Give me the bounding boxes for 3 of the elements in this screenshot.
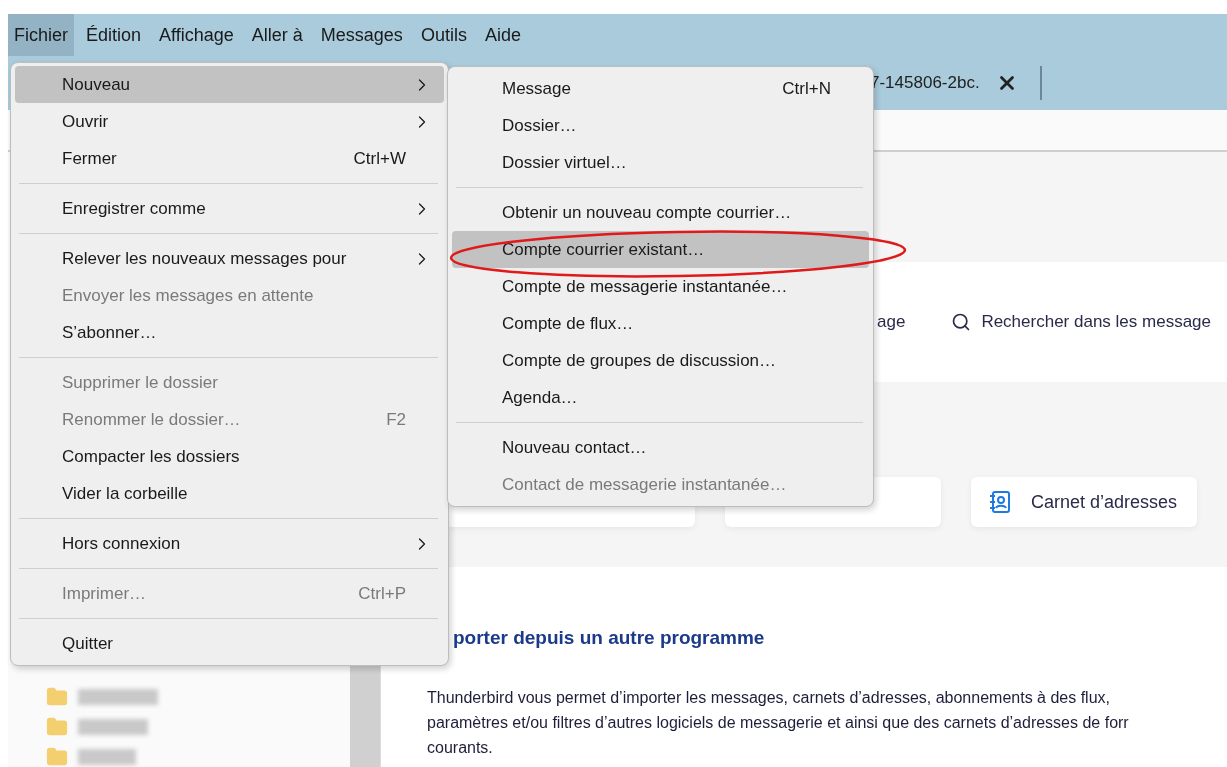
tab-title: 7-145806-2bc. [870, 73, 980, 93]
import-description: Thunderbird vous permet d’importer les messages, carnets d’adresses, abonnements à des flux, paramètres et/ou filtres d’autres logiciels de messagerie et ainsi que des carnets d’adresses de forr courants. [427, 688, 1130, 758]
section-heading: porter depuis un autre programme [452, 627, 766, 649]
